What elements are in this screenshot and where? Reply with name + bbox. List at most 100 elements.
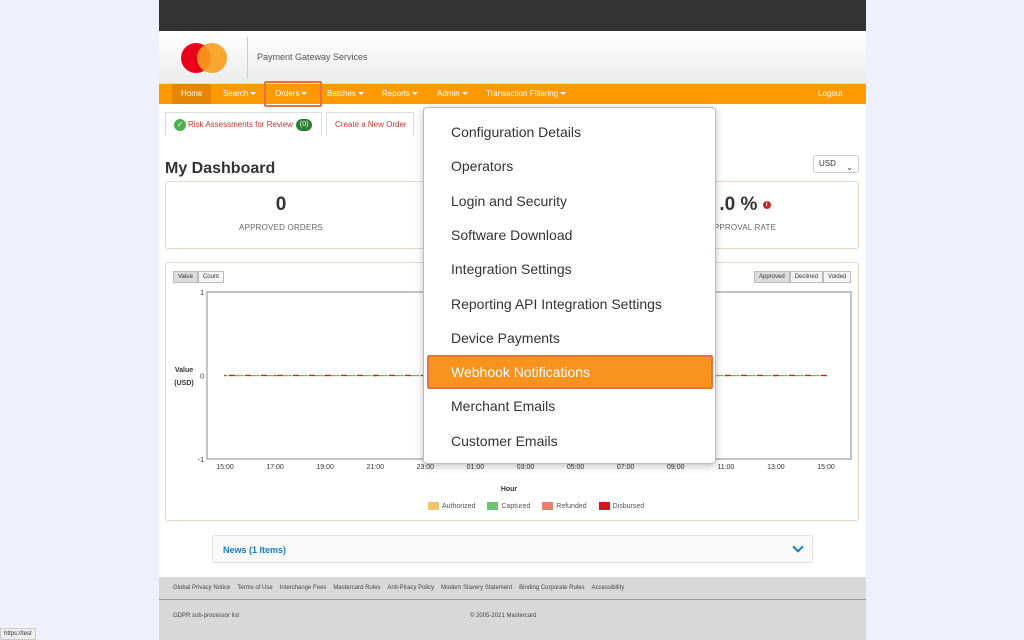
legend-label: Refunded [556,502,587,510]
currency-select[interactable]: USD ⌄ [813,155,859,173]
stat-value: 0 [275,194,287,215]
nav-search[interactable]: Search [218,84,261,104]
nav-orders[interactable]: Orders [270,84,312,104]
x-axis-label: Hour [501,486,518,493]
admin-menu-item-integration-settings[interactable]: Integration Settings [427,252,713,286]
main-nav: Home Search Orders Batches Reports Admin… [159,84,866,104]
x-tick-label: 09:00 [667,464,685,471]
news-panel[interactable]: News (1 Items) [212,535,813,563]
x-tick-label: 13:00 [767,464,785,471]
nav-reports-label: Reports [382,89,411,98]
caret-down-icon [301,92,308,96]
y-tick-label: 1 [200,290,204,297]
footer-link[interactable]: Mastercard Rules [333,585,380,591]
data-point [825,374,827,377]
admin-menu-item-reporting-api-integration-settings[interactable]: Reporting API Integration Settings [427,287,713,321]
logo-divider [247,37,248,79]
subprocessor-link[interactable]: GDPR sub-processor list [173,613,239,619]
footer-links: Global Privacy Notice Terms of Use Interch… [173,585,624,591]
caret-down-icon [560,92,567,96]
x-tick-label: 07:00 [617,464,635,471]
data-point [775,374,777,377]
y-axis-label-unit: (USD) [174,380,193,387]
nav-reports[interactable]: Reports [377,84,423,104]
x-tick-label: 11:00 [717,464,734,471]
legend-label: Authorized [442,502,476,510]
tab-risk-assessments[interactable]: ✓ Risk Assessments for Review (0) [165,112,322,136]
tab-risk-label: Risk Assessments for Review [188,120,293,129]
x-tick-label: 15:00 [817,464,835,471]
x-tick-label: 21:00 [366,464,384,471]
legend-item-authorized[interactable]: Authorized [428,502,475,510]
x-tick-label: 03:00 [517,464,535,471]
nav-home[interactable]: Home [172,84,212,104]
nav-transaction-filtering[interactable]: Transaction Filtering [481,84,571,104]
nav-logout[interactable]: Logout [813,84,847,104]
news-title[interactable]: News (1 Items) [223,545,286,555]
stat-value-text: .0 % [719,194,758,215]
caret-down-icon [412,92,419,96]
x-tick-label: 23:00 [417,464,435,471]
page-title: My Dashboard [165,160,276,177]
footer-link[interactable]: Interchange Fees [280,585,327,591]
x-tick-label: 05:00 [567,464,585,471]
y-tick-label: 0 [200,374,204,381]
footer-link[interactable]: Binding Corporate Rules [519,585,584,591]
data-point [224,374,226,377]
tab-create-order[interactable]: Create a New Order [326,112,414,136]
footer-link[interactable]: Anti-Piracy Policy [387,585,434,591]
data-point [324,374,326,377]
info-icon[interactable]: i [762,200,771,209]
nav-admin-label: Admin [437,89,460,98]
nav-orders-label: Orders [275,89,300,98]
nav-batches-label: Batches [327,89,356,98]
data-point [725,374,727,377]
nav-search-label: Search [223,89,249,98]
admin-menu-item-webhook-notifications[interactable]: Webhook Notifications [427,355,713,390]
nav-batches[interactable]: Batches [322,84,369,104]
footer-divider [159,599,866,600]
chevron-down-icon[interactable] [792,541,804,553]
x-tick-label: 01:00 [467,464,485,471]
footer-link[interactable]: Terms of Use [237,585,272,591]
admin-menu-item-configuration-details[interactable]: Configuration Details [427,115,713,149]
admin-menu-item-customer-emails[interactable]: Customer Emails [427,424,713,458]
status-url: https://test [0,628,36,640]
legend-item-disbursed[interactable]: Disbursed [598,502,644,510]
x-tick-label: 17:00 [266,464,284,471]
y-tick-label: -1 [198,457,204,464]
copyright: © 2005-2021 Mastercard [470,613,537,619]
data-point [374,374,377,377]
caret-down-icon [357,92,364,96]
admin-menu-item-software-download[interactable]: Software Download [427,218,713,252]
legend-swatch [487,502,499,510]
legend-swatch [542,502,554,510]
top-bar [159,0,866,31]
nav-transaction-filtering-label: Transaction Filtering [486,89,559,98]
x-tick-label: 19:00 [316,464,334,471]
chart-legend: Authorized Captured Refunded Disbursed [428,502,644,510]
chevron-down-icon: ⌄ [846,163,853,172]
admin-menu-item-device-payments[interactable]: Device Payments [427,321,713,355]
mastercard-logo-icon[interactable] [181,43,229,73]
site-header: Payment Gateway Services [159,31,866,84]
caret-down-icon [250,92,257,96]
caret-down-icon [461,92,468,96]
nav-admin[interactable]: Admin [432,84,473,104]
footer-link[interactable]: Global Privacy Notice [173,585,230,591]
footer: Global Privacy Notice Terms of Use Interch… [159,577,866,640]
risk-count-badge: (0) [295,118,313,131]
legend-swatch [428,502,439,510]
footer-link[interactable]: Accessibility [592,585,625,591]
legend-label: Captured [501,502,531,510]
legend-item-refunded[interactable]: Refunded [542,502,587,510]
admin-menu-item-merchant-emails[interactable]: Merchant Emails [427,389,713,423]
footer-link[interactable]: Modern Slavery Statement [441,585,512,591]
check-circle-icon: ✓ [174,118,186,131]
stat-label: APPROVED ORDERS [239,223,323,232]
admin-menu-item-login-and-security[interactable]: Login and Security [427,184,713,218]
currency-value: USD [819,159,836,168]
legend-swatch [598,502,610,510]
admin-menu-item-operators[interactable]: Operators [427,149,713,183]
legend-item-captured[interactable]: Captured [487,502,530,510]
